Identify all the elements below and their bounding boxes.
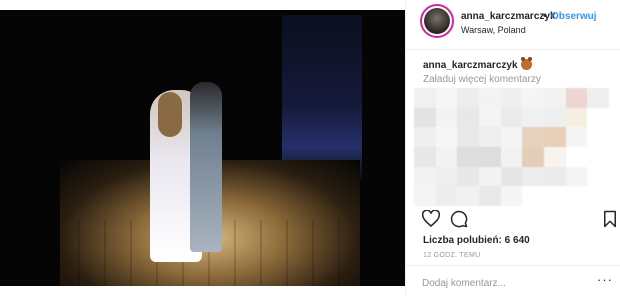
likes-count[interactable]: Liczba polubień: 6 640 [423,235,530,246]
post-actions-bar [406,207,620,233]
caption: anna_karczmarczyk [423,57,532,71]
photo-figure-hair [158,92,182,137]
follow-button[interactable]: Obserwuj [551,11,597,22]
location-link[interactable]: Warsaw, Poland [461,25,526,35]
load-more-comments-button[interactable]: Załaduj więcej komentarzy [423,74,541,85]
avatar[interactable] [420,4,454,38]
photo-backdrop [282,15,362,180]
post-header: anna_karczmarczyk • Obserwuj Warsaw, Pol… [406,0,620,50]
comment-bar: ··· [406,265,620,296]
post-side-panel: anna_karczmarczyk • Obserwuj Warsaw, Pol… [405,0,620,296]
bookmark-icon[interactable] [603,210,617,228]
header-separator: • [543,10,547,22]
caption-username[interactable]: anna_karczmarczyk [423,60,518,71]
comment-input[interactable] [422,276,582,290]
heart-icon[interactable] [422,210,440,227]
more-options-button[interactable]: ··· [597,272,613,287]
photo-figure-groom [190,82,222,252]
header-username[interactable]: anna_karczmarczyk [461,11,556,22]
speech-bubble-icon[interactable] [450,210,468,228]
instagram-post-frame: anna_karczmarczyk • Obserwuj Warsaw, Pol… [0,0,620,296]
post-timestamp[interactable]: 12 GODZ. TEMU [423,252,480,259]
post-photo[interactable] [0,10,405,286]
bear-face-icon [520,57,532,70]
blurred-comments-area [414,88,609,206]
